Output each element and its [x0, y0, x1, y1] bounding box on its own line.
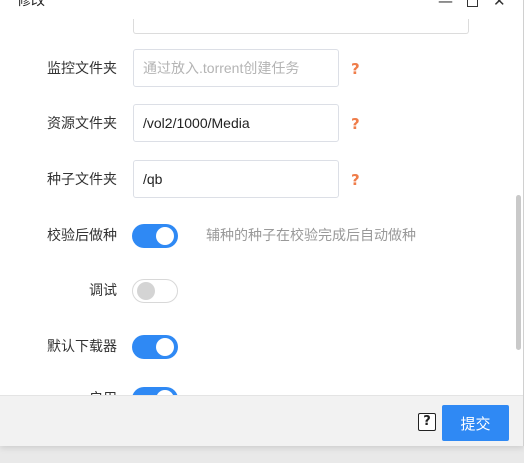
toggle-knob: [137, 282, 155, 300]
row-resource-folder: 资源文件夹 ?: [0, 104, 510, 144]
seed-folder-help-icon[interactable]: ?: [351, 160, 360, 200]
enable-label: 启用: [89, 379, 117, 395]
row-default-downloader: 默认下载器: [0, 327, 510, 367]
enable-toggle[interactable]: [132, 387, 178, 395]
row-monitor-folder: 监控文件夹 ?: [0, 49, 510, 89]
seed-folder-field[interactable]: [133, 160, 339, 198]
seed-folder-input[interactable]: [143, 162, 331, 196]
debug-label: 调试: [89, 283, 117, 299]
toggle-knob: [156, 227, 174, 245]
monitor-folder-label: 监控文件夹: [47, 61, 117, 77]
scrollbar-thumb[interactable]: [516, 195, 521, 350]
form-content: 监控文件夹 ? 资源文件夹 ? 种子文件夹 ? 校验后做种 辅种的: [0, 33, 510, 395]
resource-folder-input[interactable]: [143, 106, 331, 140]
resource-folder-help-icon[interactable]: ?: [351, 104, 360, 144]
close-icon[interactable]: ✕: [493, 0, 506, 11]
monitor-folder-field[interactable]: [133, 49, 339, 87]
debug-toggle[interactable]: [132, 279, 178, 303]
monitor-folder-help-icon[interactable]: ?: [351, 49, 360, 89]
edit-dialog: 修改 — ✕ 监控文件夹 ? 资源文件夹 ? 种子文件夹 ?: [0, 0, 524, 446]
dialog-title: 修改: [17, 0, 45, 9]
dialog-footer: ? 提交: [0, 395, 523, 446]
default-downloader-label: 默认下载器: [47, 339, 117, 355]
toggle-knob: [156, 338, 174, 356]
help-icon[interactable]: ?: [418, 413, 436, 431]
title-bar: 修改 — ✕: [0, 0, 523, 14]
row-debug: 调试: [0, 271, 510, 311]
row-enable: 启用: [0, 379, 510, 395]
resource-folder-field[interactable]: [133, 104, 339, 142]
row-verify-seed: 校验后做种 辅种的种子在校验完成后自动做种: [0, 216, 510, 256]
minimize-icon[interactable]: —: [438, 0, 453, 11]
verify-seed-label: 校验后做种: [47, 228, 117, 244]
verify-seed-toggle[interactable]: [132, 224, 178, 248]
maximize-icon[interactable]: [467, 0, 478, 7]
resource-folder-label: 资源文件夹: [47, 116, 117, 132]
seed-folder-label: 种子文件夹: [47, 172, 117, 188]
previous-field-input[interactable]: [133, 19, 469, 34]
default-downloader-toggle[interactable]: [132, 335, 178, 359]
row-seed-folder: 种子文件夹 ?: [0, 160, 510, 200]
submit-button[interactable]: 提交: [442, 405, 509, 441]
monitor-folder-input[interactable]: [143, 51, 331, 85]
verify-seed-hint: 辅种的种子在校验完成后自动做种: [206, 228, 416, 244]
